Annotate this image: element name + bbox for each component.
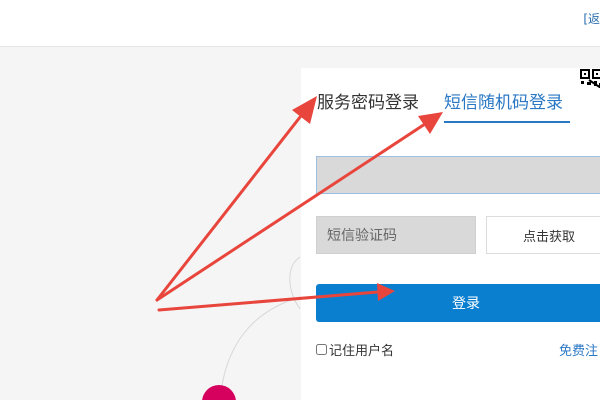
active-tab-indicator [444,121,570,123]
qr-code-icon[interactable] [579,68,600,88]
login-tabs: 服务密码登录 短信随机码登录 [301,68,600,124]
decorative-dot [202,385,236,400]
phone-number-input[interactable] [316,156,600,194]
tab-password-login[interactable]: 服务密码登录 [317,88,419,113]
login-panel: 服务密码登录 短信随机码登录 点击获取 登录 记住用户名 免费注 [301,68,600,408]
top-bar: [返 [0,0,600,47]
free-register-link[interactable]: 免费注 [559,340,598,359]
tab-sms-login[interactable]: 短信随机码登录 [444,88,563,113]
remember-username[interactable]: 记住用户名 [316,340,394,359]
login-button[interactable]: 登录 [316,284,600,322]
remember-username-checkbox[interactable] [316,344,327,355]
back-link[interactable]: [返 [583,10,600,27]
sms-code-input[interactable] [316,216,476,254]
remember-username-label: 记住用户名 [329,344,395,359]
get-sms-code-button[interactable]: 点击获取 [486,216,600,254]
